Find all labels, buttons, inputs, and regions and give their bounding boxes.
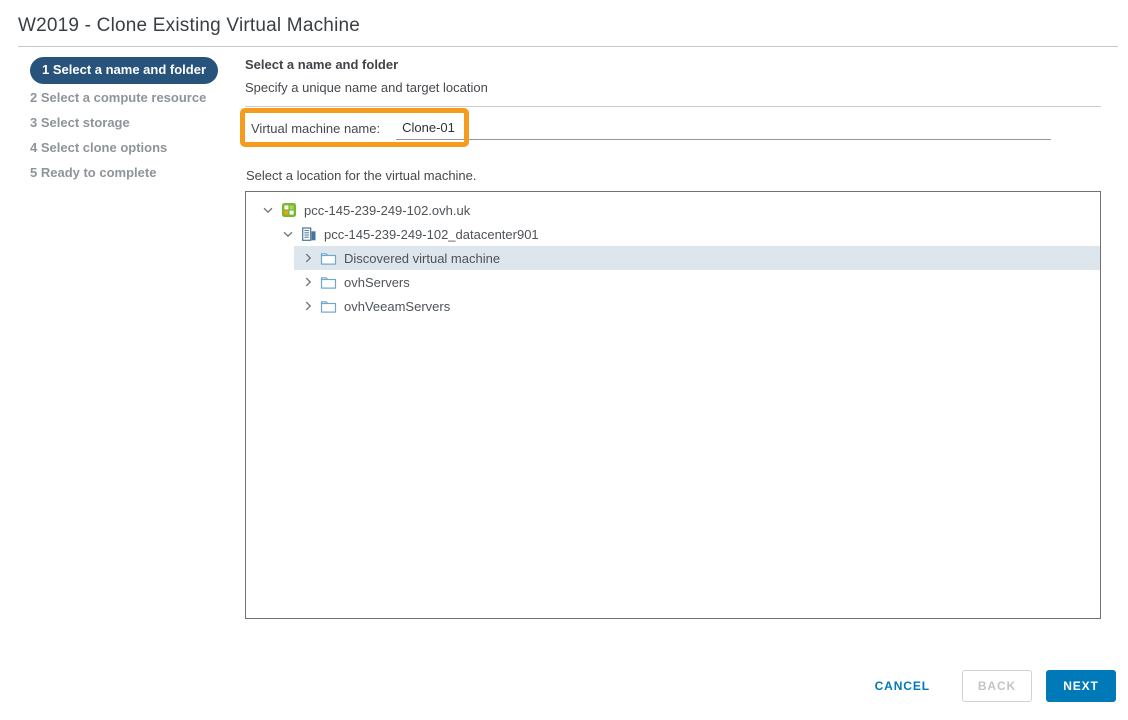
wizard-step-4[interactable]: 4 Select clone options [30, 136, 245, 161]
cancel-button[interactable]: CANCEL [871, 670, 934, 702]
next-button[interactable]: NEXT [1046, 670, 1116, 702]
tree-indent [246, 294, 294, 318]
tree-indent [246, 222, 274, 246]
tree-node-pcc-145-239-249-102-datacenter901[interactable]: pcc-145-239-249-102_datacenter901 [274, 222, 1100, 246]
tree-node-label: pcc-145-239-249-102_datacenter901 [324, 227, 539, 242]
back-button[interactable]: BACK [962, 670, 1032, 702]
step-subheading: Specify a unique name and target locatio… [245, 80, 1101, 95]
tree-row: ovhServers [246, 270, 1100, 294]
folder-icon [320, 298, 337, 314]
tree-row: ovhVeeamServers [246, 294, 1100, 318]
tree-indent [246, 270, 294, 294]
tree-row: pcc-145-239-249-102_datacenter901 [246, 222, 1100, 246]
wizard-title: W2019 - Clone Existing Virtual Machine [18, 15, 1128, 37]
folder-icon [320, 274, 337, 290]
chevron-right-icon[interactable] [300, 298, 316, 314]
chevron-down-icon[interactable] [260, 202, 276, 218]
wizard-step-3[interactable]: 3 Select storage [30, 111, 245, 136]
tree-node-pcc-145-239-249-102-ovh-uk[interactable]: pcc-145-239-249-102.ovh.uk [254, 198, 1100, 222]
tree-row: pcc-145-239-249-102.ovh.uk [246, 198, 1100, 222]
tree-indent [246, 198, 254, 222]
step-content: Select a name and folder Specify a uniqu… [245, 47, 1128, 619]
tree-node-label: pcc-145-239-249-102.ovh.uk [304, 203, 470, 218]
tree-node-ovhservers[interactable]: ovhServers [294, 270, 1100, 294]
tree-node-discovered-virtual-machine[interactable]: Discovered virtual machine [294, 246, 1100, 270]
tree-node-ovhveeamservers[interactable]: ovhVeeamServers [294, 294, 1100, 318]
wizard-step-1[interactable]: 1 Select a name and folder [30, 57, 218, 84]
wizard-steps: 1 Select a name and folder2 Select a com… [18, 47, 245, 619]
datacenter-icon [300, 226, 317, 242]
wizard-step-5[interactable]: 5 Ready to complete [30, 161, 245, 186]
chevron-right-icon[interactable] [300, 274, 316, 290]
folder-icon [320, 250, 337, 266]
tree-indent [246, 246, 294, 270]
vm-name-label: Virtual machine name: [251, 121, 380, 136]
vcenter-icon [280, 202, 297, 218]
location-tree: pcc-145-239-249-102.ovh.uk pcc-145-239-24… [245, 191, 1101, 619]
chevron-down-icon[interactable] [280, 226, 296, 242]
tree-node-label: ovhVeeamServers [344, 299, 450, 314]
wizard-body: 1 Select a name and folder2 Select a com… [0, 47, 1128, 619]
footer-actions: CANCEL BACK NEXT [871, 670, 1116, 702]
tree-node-label: Discovered virtual machine [344, 251, 500, 266]
step-heading: Select a name and folder [245, 57, 1101, 72]
tree-row: Discovered virtual machine [246, 246, 1100, 270]
location-label: Select a location for the virtual machin… [246, 168, 1101, 183]
tree-node-label: ovhServers [344, 275, 410, 290]
vm-name-row: Virtual machine name: [245, 107, 1101, 149]
wizard-step-2[interactable]: 2 Select a compute resource [30, 86, 245, 111]
chevron-right-icon[interactable] [300, 250, 316, 266]
vm-name-input[interactable] [396, 117, 1051, 140]
